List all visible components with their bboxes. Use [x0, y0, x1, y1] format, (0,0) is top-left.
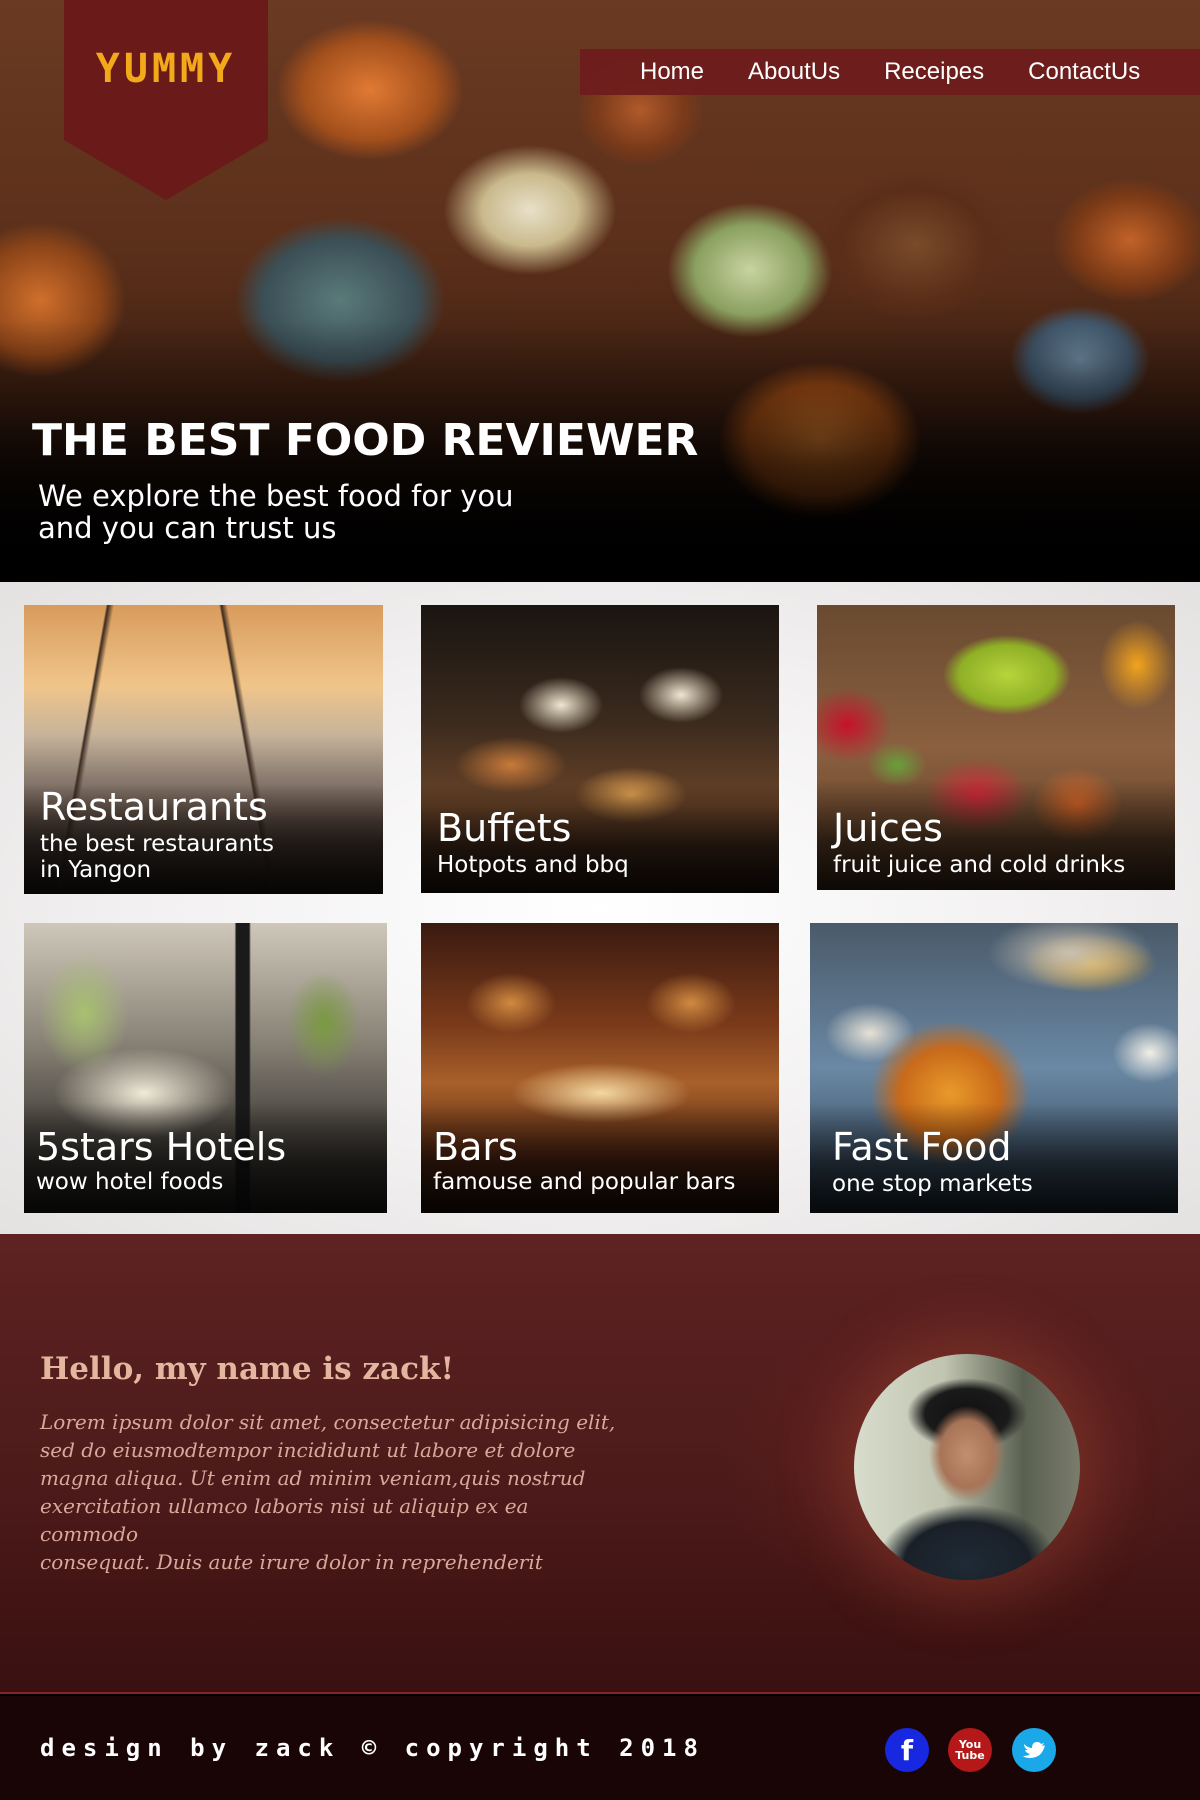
card-title: Fast Food: [832, 1125, 1012, 1169]
logo-banner[interactable]: [64, 0, 268, 200]
twitter-icon[interactable]: [1012, 1728, 1056, 1772]
hero-subtitle: We explore the best food for you and you…: [38, 480, 598, 544]
hero-subtitle-line: and you can trust us: [38, 511, 337, 545]
hero-subtitle-line: We explore the best food for you: [38, 479, 514, 513]
nav-receipes[interactable]: Receipes: [884, 58, 984, 86]
card-5stars-hotels[interactable]: 5stars Hotels wow hotel foods: [24, 923, 387, 1213]
footer: design by zack © copyright 2018 f You Tu…: [0, 1696, 1200, 1800]
card-title: Restaurants: [40, 785, 268, 829]
about-body-line: exercitation ullamco laboris nisi ut ali…: [40, 1494, 529, 1546]
card-fast-food[interactable]: Fast Food one stop markets: [810, 923, 1178, 1213]
about-body-line: magna aliqua. Ut enim ad minim veniam,qu…: [40, 1466, 586, 1490]
about-section: Hello, my name is zack! Lorem ipsum dolo…: [0, 1234, 1200, 1694]
card-subtitle: one stop markets: [832, 1171, 1033, 1197]
nav-home[interactable]: Home: [640, 58, 704, 86]
nav-about-us[interactable]: AboutUs: [748, 58, 840, 86]
card-subtitle: the best restaurants: [40, 831, 275, 857]
youtube-icon[interactable]: You Tube: [948, 1728, 992, 1772]
main-nav: Home AboutUs Receipes ContactUs: [580, 49, 1200, 95]
card-subtitle: wow hotel foods: [36, 1169, 224, 1195]
card-title: Buffets: [437, 806, 572, 850]
about-body-line: sed do eiusmodtempor incididunt ut labor…: [40, 1438, 576, 1462]
card-restaurants[interactable]: Restaurants the best restaurants in Yang…: [24, 605, 383, 894]
card-subtitle: in Yangon: [40, 857, 152, 883]
about-body: Lorem ipsum dolor sit amet, consectetur …: [40, 1408, 620, 1576]
card-buffets[interactable]: Buffets Hotpots and bbq: [421, 605, 779, 893]
avatar: [854, 1354, 1080, 1580]
card-title: Bars: [433, 1125, 518, 1169]
facebook-icon[interactable]: f: [885, 1728, 929, 1772]
card-juices[interactable]: Juices fruit juice and cold drinks: [817, 605, 1175, 890]
hero-title: THE BEST FOOD REVIEWER: [32, 415, 699, 466]
twitter-bird-glyph: [1023, 1742, 1045, 1758]
about-body-line: Lorem ipsum dolor sit amet, consectetur …: [40, 1410, 616, 1434]
card-subtitle: fruit juice and cold drinks: [833, 852, 1126, 878]
about-heading: Hello, my name is zack!: [40, 1351, 455, 1387]
card-bars[interactable]: Bars famouse and popular bars: [421, 923, 779, 1213]
card-title: Juices: [833, 806, 943, 850]
card-subtitle: famouse and popular bars: [433, 1169, 736, 1195]
about-body-line: consequat. Duis aute irure dolor in repr…: [40, 1550, 543, 1574]
hero-banner: YUMMY Home AboutUs Receipes ContactUs TH…: [0, 0, 1200, 582]
category-grid: Restaurants the best restaurants in Yang…: [0, 582, 1200, 1234]
card-title: 5stars Hotels: [36, 1125, 287, 1169]
facebook-glyph: f: [900, 1733, 914, 1767]
youtube-glyph-bottom: Tube: [955, 1749, 985, 1762]
card-subtitle: Hotpots and bbq: [437, 852, 629, 878]
nav-contact-us[interactable]: ContactUs: [1028, 58, 1140, 86]
footer-credit: design by zack © copyright 2018: [40, 1734, 705, 1762]
